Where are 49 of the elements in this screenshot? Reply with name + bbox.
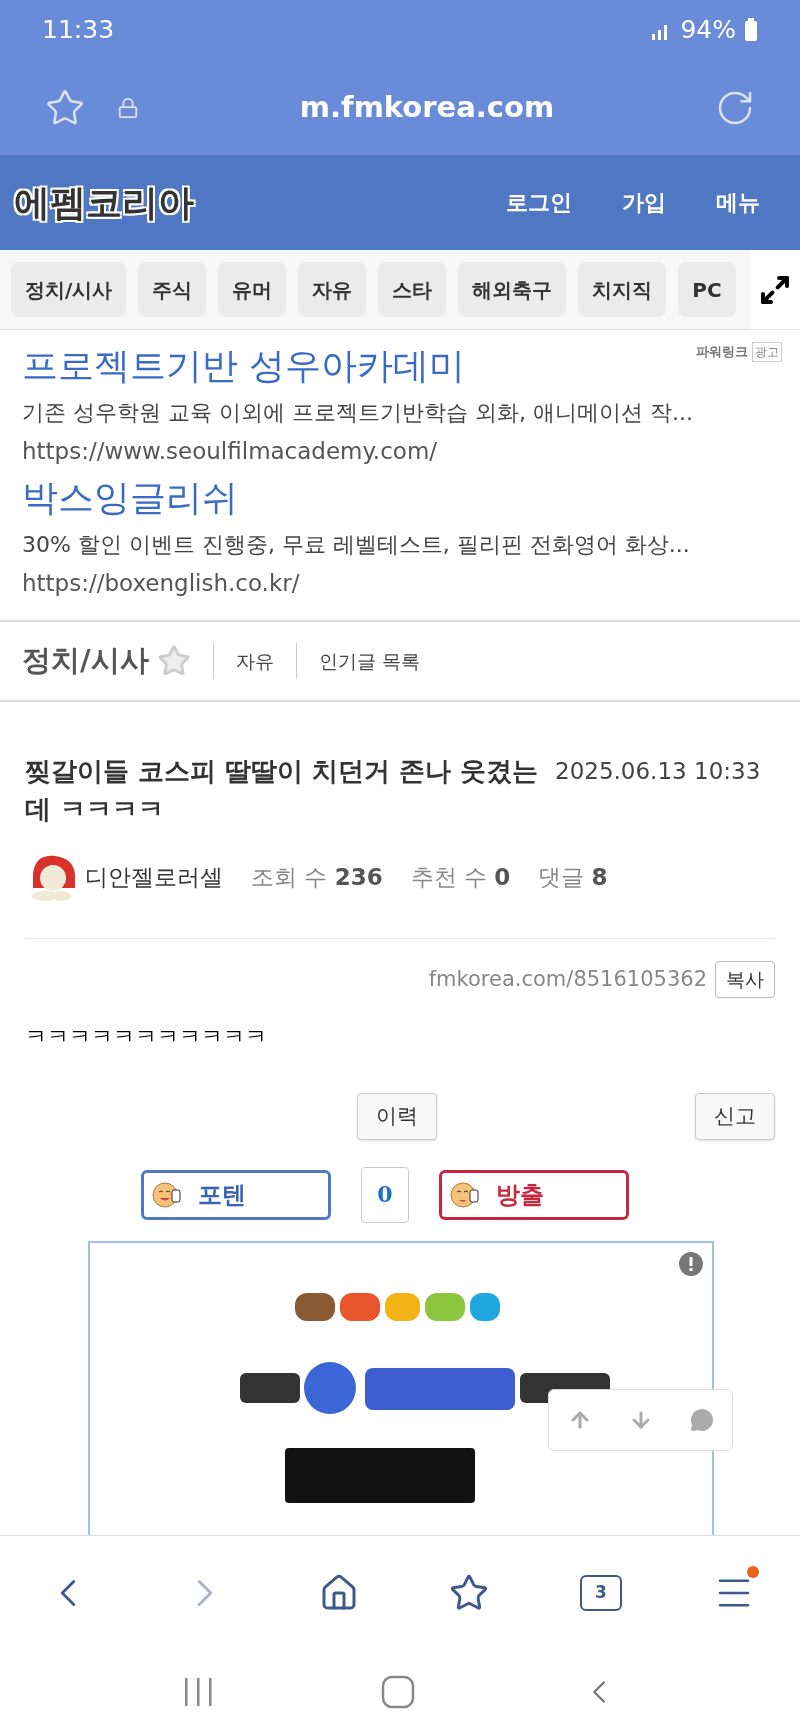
vote-count: 0 bbox=[361, 1166, 409, 1223]
header-link[interactable]: 로그인 bbox=[506, 186, 572, 219]
post-stat: 조회 수 236 bbox=[251, 862, 383, 892]
thumbs-down-face-icon bbox=[450, 1179, 480, 1210]
battery-percent: 94% bbox=[680, 14, 736, 47]
status-time: 11:33 bbox=[42, 14, 115, 47]
ad-description: 기존 성우학원 교육 이외에 프로젝트기반학습 외화, 애니메이션 작... bbox=[22, 399, 694, 427]
author-name[interactable]: 디안젤로러셀 bbox=[85, 859, 223, 895]
post-title: 찢갈이들 코스피 딸딸이 치던거 존나 웃겼는데 ㅋㅋㅋㅋ bbox=[25, 755, 540, 826]
ad-title-link[interactable]: 박스잉글리쉬 bbox=[22, 470, 238, 526]
category-tab[interactable]: 해외축구 bbox=[458, 262, 567, 317]
post-date: 2025.06.13 10:33 bbox=[555, 757, 761, 786]
category-tab[interactable]: PC bbox=[678, 262, 736, 317]
copy-button[interactable]: 복사 bbox=[715, 961, 775, 998]
favorite-star-icon[interactable] bbox=[156, 644, 191, 678]
history-button[interactable]: 이력 bbox=[357, 1092, 437, 1140]
category-tab[interactable]: 자유 bbox=[298, 262, 367, 317]
category-tab[interactable]: 주식 bbox=[138, 262, 207, 317]
ad-url: https://boxenglish.co.kr/ bbox=[22, 569, 301, 598]
header-link[interactable]: 가입 bbox=[622, 186, 666, 219]
ad-title-link[interactable]: 프로젝트기반 성우아카데미 bbox=[22, 338, 466, 394]
info-icon[interactable] bbox=[678, 1250, 704, 1277]
header-link[interactable]: 메뉴 bbox=[716, 186, 760, 219]
ad-description: 30% 할인 이벤트 진행중, 무료 레벨테스트, 필리핀 전화영어 화상... bbox=[22, 531, 691, 559]
upvote-button[interactable]: 포텐 bbox=[141, 1169, 331, 1220]
board-title: 정치/시사 bbox=[22, 642, 149, 680]
bookmarks-icon[interactable] bbox=[449, 1573, 490, 1613]
comments-icon[interactable] bbox=[689, 1407, 714, 1432]
category-tab[interactable]: 스타 bbox=[378, 262, 447, 317]
category-tab[interactable]: 유머 bbox=[218, 262, 287, 317]
home-button-icon[interactable] bbox=[381, 1675, 415, 1709]
report-button[interactable]: 신고 bbox=[695, 1092, 775, 1140]
lock-icon bbox=[117, 96, 139, 119]
category-tab[interactable]: 정치/시사 bbox=[11, 262, 127, 317]
expand-icon[interactable] bbox=[759, 273, 791, 306]
board-link[interactable]: 인기글 목록 bbox=[318, 646, 420, 676]
ad-badge: 광고 bbox=[752, 342, 782, 362]
post-stat: 추천 수 0 bbox=[410, 862, 511, 892]
downvote-button[interactable]: 방출 bbox=[439, 1169, 629, 1220]
power-link-label: 파워링크 bbox=[696, 343, 748, 362]
board-link[interactable]: 자유 bbox=[235, 646, 274, 676]
ad-url: https://www.seoulfilmacademy.com/ bbox=[22, 437, 439, 466]
category-tab[interactable]: 치지직 bbox=[578, 262, 667, 317]
post-body: ㅋㅋㅋㅋㅋㅋㅋㅋㅋㅋㅋ bbox=[25, 1022, 268, 1051]
thumbs-up-face-icon bbox=[152, 1179, 182, 1210]
tabs-button[interactable]: 3 bbox=[579, 1575, 622, 1611]
post-stat: 댓글 8 bbox=[538, 862, 608, 892]
post-link[interactable]: fmkorea.com/8516105362 bbox=[428, 963, 707, 995]
battery-icon bbox=[744, 18, 758, 42]
